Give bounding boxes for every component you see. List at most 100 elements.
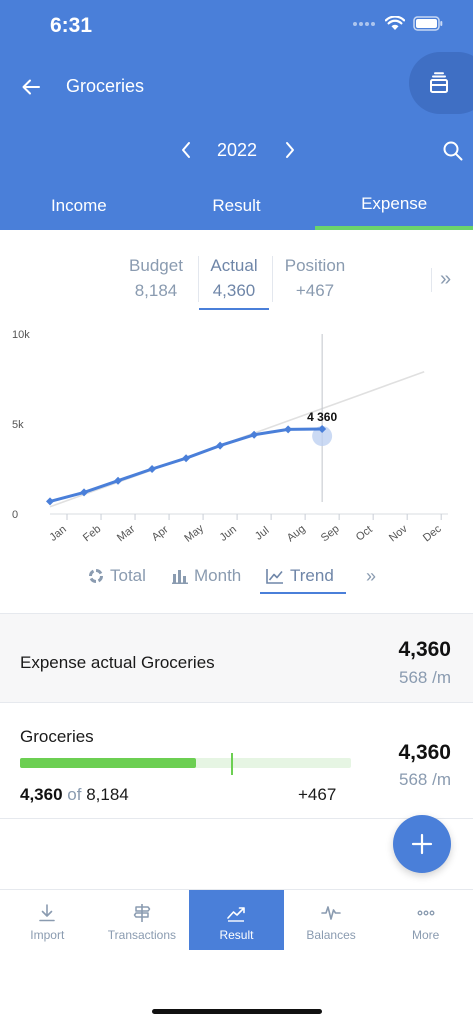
- tab-result[interactable]: Result: [158, 186, 316, 230]
- x-tick-label: Oct: [354, 524, 375, 544]
- y-tick-label: 5k: [12, 419, 24, 431]
- pulse-icon: [321, 906, 341, 920]
- metric-actual[interactable]: Actual 4,360: [200, 256, 268, 301]
- data-label: 4 360: [307, 410, 337, 424]
- budget-progress-bar: [20, 753, 351, 775]
- wifi-icon: [385, 16, 405, 31]
- tab-income[interactable]: Income: [0, 186, 158, 230]
- search-icon[interactable]: [442, 140, 464, 162]
- bottom-navigation: Import Transactions Result Balances More: [0, 889, 473, 950]
- status-time: 6:31: [50, 14, 93, 37]
- layers-button[interactable]: [409, 52, 473, 114]
- download-icon: [39, 904, 56, 922]
- year-navigator: 2022: [0, 138, 473, 164]
- x-tick-label: Jan: [47, 523, 68, 543]
- double-chevron-right-icon[interactable]: »: [366, 566, 376, 587]
- mode-total-label: Total: [110, 566, 146, 585]
- trend-chart[interactable]: Jan Feb Mar Apr May Jun Jul Aug Sep Oct Nov Dec 0 5k 1…: [0, 322, 473, 562]
- of-word: of: [67, 785, 82, 804]
- selected-mode-indicator: [260, 592, 346, 594]
- chevron-left-icon[interactable]: [176, 138, 196, 162]
- x-tick-label: Jun: [218, 523, 239, 543]
- type-tabs: Income Result Expense: [0, 186, 473, 230]
- summary-row[interactable]: Expense actual Groceries 4,360 568 /m: [0, 614, 473, 702]
- metric-budget[interactable]: Budget 8,184: [118, 256, 194, 301]
- chart-mode-selector: Total Month Trend »: [0, 562, 473, 596]
- nav-import[interactable]: Import: [0, 890, 95, 950]
- mode-month-label: Month: [194, 566, 242, 585]
- nav-balances-label: Balances: [306, 928, 356, 942]
- trend-icon: [227, 907, 246, 922]
- category-position: +467: [298, 785, 337, 804]
- mode-total[interactable]: Total: [88, 566, 146, 586]
- metric-position-label: Position: [284, 256, 346, 275]
- more-dots-icon: [417, 910, 435, 916]
- category-amount: 4,360: [398, 741, 451, 764]
- nav-transactions-label: Transactions: [107, 928, 177, 942]
- add-transaction-button[interactable]: [393, 815, 451, 873]
- nav-result-label: Result: [219, 928, 254, 942]
- category-budget-total: 8,184: [86, 785, 129, 804]
- metric-divider: [431, 268, 432, 292]
- trend-icon: [266, 569, 283, 584]
- chevron-right-icon[interactable]: [280, 138, 300, 162]
- status-icons: [353, 16, 443, 31]
- budget-progress-fill: [20, 758, 197, 768]
- nav-more[interactable]: More: [378, 890, 473, 950]
- battery-icon: [413, 16, 443, 31]
- x-tick-label: Dec: [421, 523, 444, 545]
- metric-position[interactable]: Position +467: [276, 256, 354, 301]
- actual-series-point: [46, 497, 54, 506]
- x-tick-label: Jul: [253, 525, 271, 543]
- selected-metric-indicator: [199, 308, 269, 310]
- x-tick-label: Sep: [319, 523, 342, 545]
- year-label[interactable]: 2022: [204, 140, 270, 161]
- x-tick-label: May: [182, 522, 206, 545]
- layers-icon: [430, 72, 448, 93]
- metric-divider: [198, 256, 199, 302]
- nav-result[interactable]: Result: [189, 890, 284, 950]
- actual-series-point: [216, 441, 225, 450]
- category-name: Groceries: [20, 727, 94, 746]
- back-arrow-icon[interactable]: [20, 76, 42, 98]
- summary-title: Expense actual Groceries: [20, 653, 215, 672]
- double-chevron-right-icon[interactable]: »: [440, 268, 451, 291]
- y-tick-label: 0: [12, 509, 18, 521]
- actual-series-point: [284, 425, 293, 434]
- x-tick-label: Nov: [387, 523, 410, 545]
- category-monthly-rate: 568 /m: [399, 770, 451, 789]
- metric-actual-value: 4,360: [212, 281, 256, 300]
- tab-expense[interactable]: Expense: [315, 186, 473, 230]
- category-used: 4,360: [20, 785, 63, 804]
- metric-actual-label: Actual: [210, 256, 258, 275]
- nav-import-label: Import: [30, 928, 65, 942]
- metric-budget-label: Budget: [129, 256, 183, 275]
- summary-monthly-rate: 568 /m: [399, 668, 451, 687]
- nav-balances[interactable]: Balances: [284, 890, 379, 950]
- summary-amount: 4,360: [398, 638, 451, 661]
- x-tick-label: Aug: [285, 523, 308, 545]
- actual-series-point: [182, 454, 191, 463]
- mode-trend-label: Trend: [290, 566, 334, 585]
- x-tick-label: Feb: [81, 523, 103, 544]
- plus-icon: [411, 833, 433, 855]
- donut-icon: [89, 569, 103, 583]
- signpost-icon: [133, 904, 151, 922]
- y-tick-label: 10k: [12, 329, 30, 341]
- section-divider: [0, 818, 473, 819]
- bar-chart-icon: [172, 570, 188, 584]
- home-indicator: [152, 1009, 322, 1014]
- signal-dots-icon: [353, 21, 377, 27]
- metric-position-value: +467: [295, 281, 335, 300]
- mode-trend[interactable]: Trend: [266, 566, 334, 586]
- trend-chart-svg: Jan Feb Mar Apr May Jun Jul Aug Sep Oct Nov Dec 0 5k 1…: [12, 329, 448, 545]
- status-bar: 6:31: [0, 0, 473, 54]
- metric-divider: [272, 256, 273, 302]
- actual-series-line: [49, 427, 323, 503]
- metric-budget-value: 8,184: [134, 281, 178, 300]
- x-tick-label: Apr: [150, 523, 171, 543]
- mode-month[interactable]: Month: [172, 566, 241, 586]
- nav-transactions[interactable]: Transactions: [95, 890, 190, 950]
- category-row[interactable]: Groceries 4,360 of 8,184 +467 4,360 568 …: [0, 703, 473, 819]
- category-used-of-total: 4,360 of 8,184: [20, 785, 129, 805]
